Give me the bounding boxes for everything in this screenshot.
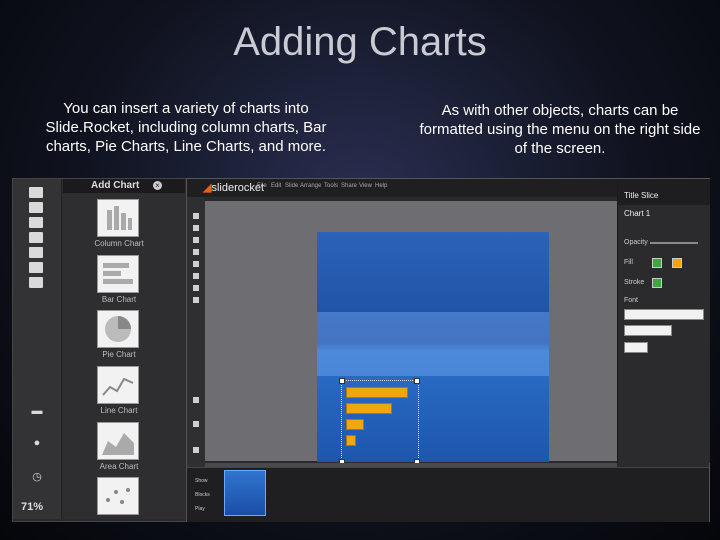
menu-help[interactable]: Help [375, 183, 387, 189]
close-icon[interactable]: × [153, 181, 162, 190]
left-paragraph: You can insert a variety of charts into … [45, 100, 327, 155]
slide-canvas-area [205, 201, 617, 465]
resize-handle[interactable] [339, 378, 345, 384]
menu-share[interactable]: Share [341, 183, 357, 189]
props-section: Chart 1 [624, 209, 651, 218]
video-icon[interactable] [193, 237, 199, 243]
opacity-slider[interactable] [650, 242, 698, 244]
opacity-label: Opacity [624, 239, 648, 246]
filmstrip-option[interactable]: Blocks [195, 492, 210, 498]
properties-panel: Title Slice Chart 1 Opacity Fill Stroke … [617, 179, 710, 463]
fill-label: Fill [624, 259, 633, 266]
menu-tools[interactable]: Tools [324, 183, 338, 189]
microphone-icon[interactable] [193, 421, 199, 427]
menu-arrange[interactable]: Arrange [300, 183, 321, 189]
chart-icon[interactable] [193, 261, 199, 267]
column-chart-label[interactable]: Column Chart [69, 239, 169, 248]
logo-text-a: slide [211, 182, 235, 194]
chart-bar [346, 435, 356, 446]
pie-chart-label[interactable]: Pie Chart [69, 350, 169, 359]
chart-bar [346, 403, 392, 414]
zoom-level[interactable]: 71% [21, 501, 43, 513]
menu-view[interactable]: View [359, 183, 372, 189]
chart-picker-panel: ▬ ● ◷ 71% Add Chart × Column Chart Bar C… [12, 178, 188, 522]
image-tool-icon[interactable] [29, 202, 43, 213]
table-tool-icon[interactable] [29, 262, 43, 273]
comment-icon[interactable]: ▬ [31, 405, 43, 417]
menu-file[interactable]: File [257, 183, 267, 189]
shape-icon[interactable] [193, 249, 199, 255]
slide-filmstrip: Show Blocks Play [187, 467, 709, 522]
menu-edit[interactable]: Edit [271, 183, 281, 189]
area-chart-label[interactable]: Area Chart [69, 462, 169, 471]
plugin-tool-icon[interactable] [29, 277, 43, 288]
slide-preview[interactable] [317, 232, 549, 465]
table-icon[interactable] [193, 273, 199, 279]
video-tool-icon[interactable] [29, 217, 43, 228]
resize-handle[interactable] [414, 378, 420, 384]
filmstrip-option[interactable]: Show [195, 478, 208, 484]
bar-chart-label[interactable]: Bar Chart [69, 295, 169, 304]
settings-icon[interactable] [193, 447, 199, 453]
app-logo: ◢sliderocket [203, 182, 265, 194]
sliderocket-window: ◢sliderocket File Edit Slide Arrange Too… [186, 178, 710, 522]
column-chart-icon[interactable] [97, 199, 139, 237]
chart-bar [346, 387, 408, 398]
image-icon[interactable] [193, 225, 199, 231]
right-paragraph: As with other objects, charts can be for… [419, 102, 701, 157]
comment-icon[interactable] [193, 397, 199, 403]
line-chart-icon[interactable] [97, 366, 139, 404]
widget-icon[interactable] [193, 297, 199, 303]
slide-title: Adding Charts [233, 20, 487, 64]
font-label: Font [624, 297, 639, 304]
line-chart-label[interactable]: Line Chart [69, 406, 169, 415]
filmstrip-option[interactable]: Play [195, 506, 205, 512]
stroke-color-swatch[interactable] [652, 278, 662, 288]
bar-chart-icon[interactable] [97, 255, 139, 293]
scatter-chart-icon[interactable] [97, 477, 139, 515]
font-style-select[interactable] [624, 325, 672, 336]
plugin-icon[interactable] [193, 285, 199, 291]
font-family-select[interactable] [624, 309, 704, 320]
microphone-icon[interactable]: ● [31, 437, 43, 449]
gallery-title: Add Chart [91, 180, 140, 191]
fill-color-swatch[interactable] [652, 258, 662, 268]
slide-thumbnail[interactable] [224, 470, 266, 516]
chart-tool-icon[interactable] [29, 247, 43, 258]
text-icon[interactable] [193, 213, 199, 219]
menu-slide[interactable]: Slide [285, 183, 298, 189]
font-size-select[interactable] [624, 342, 648, 353]
inserted-bar-chart[interactable] [339, 378, 420, 465]
shape-tool-icon[interactable] [29, 232, 43, 243]
pie-chart-icon[interactable] [97, 310, 139, 348]
timer-icon[interactable]: ◷ [31, 471, 43, 483]
tool-strip: ▬ ● ◷ 71% [13, 179, 62, 519]
slide-title-band [317, 312, 549, 376]
chart-gallery: Add Chart × Column Chart Bar Chart Pie C… [63, 179, 185, 519]
gallery-header: Add Chart × [63, 179, 185, 193]
fill-accent-swatch[interactable] [672, 258, 682, 268]
app-tool-sidebar [187, 197, 205, 487]
props-header-title: Title Slice [624, 191, 659, 200]
area-chart-icon[interactable] [97, 422, 139, 460]
chart-bar [346, 419, 364, 430]
properties-header: Title Slice [618, 179, 710, 205]
text-tool-icon[interactable] [29, 187, 43, 198]
stroke-label: Stroke [624, 279, 645, 286]
